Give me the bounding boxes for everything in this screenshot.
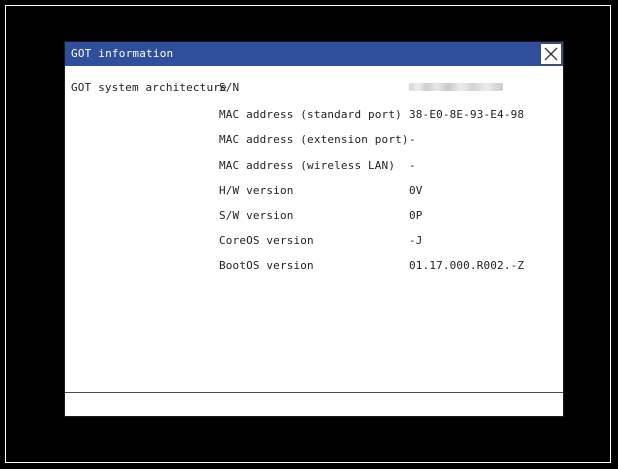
- info-content: GOT system architecture S/N MAC address …: [65, 66, 563, 392]
- row-value: -J: [409, 234, 423, 247]
- row-mac-wireless-lan: MAC address (wireless LAN) -: [219, 159, 549, 183]
- row-label: MAC address (wireless LAN): [219, 159, 396, 172]
- section-label: GOT system architecture: [71, 81, 227, 94]
- title-bar: GOT information: [65, 42, 563, 66]
- row-value: 0V: [409, 184, 423, 197]
- serial-number-redacted: [409, 83, 503, 91]
- row-label: H/W version: [219, 184, 294, 197]
- row-value: 0P: [409, 209, 423, 222]
- status-bar: [65, 392, 563, 416]
- row-serial-number: S/N: [219, 81, 549, 105]
- row-mac-extension-port: MAC address (extension port) -: [219, 133, 549, 157]
- close-icon: [544, 47, 558, 61]
- row-label: MAC address (extension port): [219, 133, 409, 146]
- row-value: 38-E0-8E-93-E4-98: [409, 108, 525, 121]
- row-value: -: [409, 133, 416, 146]
- row-sw-version: S/W version 0P: [219, 209, 549, 233]
- dialog-title: GOT information: [71, 47, 174, 60]
- row-mac-standard-port: MAC address (standard port) 38-E0-8E-93-…: [219, 108, 549, 132]
- row-hw-version: H/W version 0V: [219, 184, 549, 208]
- row-bootos-version: BootOS version 01.17.000.R002.-Z: [219, 259, 549, 283]
- row-value: -: [409, 159, 416, 172]
- row-coreos-version: CoreOS version -J: [219, 234, 549, 258]
- row-label: MAC address (standard port): [219, 108, 402, 121]
- row-value: 01.17.000.R002.-Z: [409, 259, 525, 272]
- row-label: S/W version: [219, 209, 294, 222]
- row-label: S/N: [219, 81, 240, 94]
- row-label: CoreOS version: [219, 234, 314, 247]
- row-label: BootOS version: [219, 259, 314, 272]
- got-information-dialog: GOT information GOT system architecture …: [64, 41, 564, 417]
- close-button[interactable]: [540, 43, 562, 65]
